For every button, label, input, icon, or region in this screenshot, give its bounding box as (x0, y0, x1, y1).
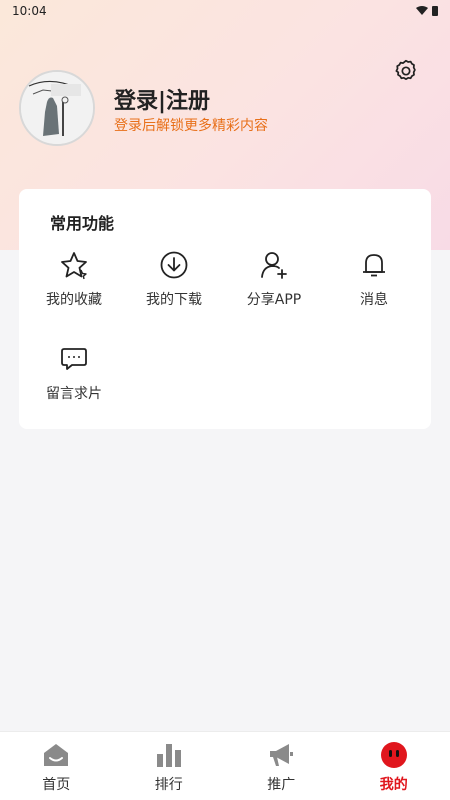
chat-icon (58, 343, 90, 375)
tab-promote[interactable]: 推广 (225, 732, 338, 800)
status-bar: 10:04 (0, 0, 450, 22)
avatar-image (21, 72, 93, 144)
home-icon (41, 740, 71, 770)
feature-label: 我的收藏 (46, 292, 102, 308)
download-icon (158, 249, 190, 281)
feature-label: 分享APP (246, 292, 302, 308)
status-time: 10:04 (12, 4, 47, 18)
tab-home[interactable]: 首页 (0, 732, 113, 800)
bottom-tab-bar: 首页 排行 推广 我的 (0, 731, 450, 800)
login-register-link[interactable]: 登录|注册 (114, 83, 210, 115)
bell-icon (358, 249, 390, 281)
tab-label: 排行 (154, 777, 183, 793)
wifi-icon (416, 6, 428, 15)
card-title: 常用功能 (50, 214, 115, 233)
avatar[interactable] (19, 70, 95, 146)
feature-label: 留言求片 (46, 386, 102, 402)
feature-label: 我的下载 (146, 292, 202, 308)
feature-downloads[interactable]: 我的下载 (124, 249, 224, 319)
feature-request-movie[interactable]: 留言求片 (24, 343, 124, 413)
tab-ranking[interactable]: 排行 (113, 732, 226, 800)
add-user-icon (258, 249, 290, 281)
common-features-card: 常用功能 我的收藏 我的下载 分享APP 消息 留言求片 (19, 189, 431, 429)
feature-share-app[interactable]: 分享APP (224, 249, 324, 319)
battery-icon (432, 6, 438, 16)
settings-button[interactable] (391, 56, 421, 86)
chart-icon (154, 740, 184, 770)
feature-favorites[interactable]: 我的收藏 (24, 249, 124, 319)
login-subtitle: 登录后解锁更多精彩内容 (114, 118, 268, 134)
feature-messages[interactable]: 消息 (324, 249, 424, 319)
megaphone-icon (266, 740, 296, 770)
star-icon (58, 249, 90, 281)
tab-label: 我的 (379, 777, 408, 793)
gear-icon (395, 59, 416, 80)
face-icon (379, 740, 409, 770)
status-icons (416, 6, 438, 16)
feature-label: 消息 (360, 292, 388, 308)
tab-mine[interactable]: 我的 (338, 732, 450, 800)
tab-label: 推广 (267, 777, 296, 793)
tab-label: 首页 (42, 777, 71, 793)
